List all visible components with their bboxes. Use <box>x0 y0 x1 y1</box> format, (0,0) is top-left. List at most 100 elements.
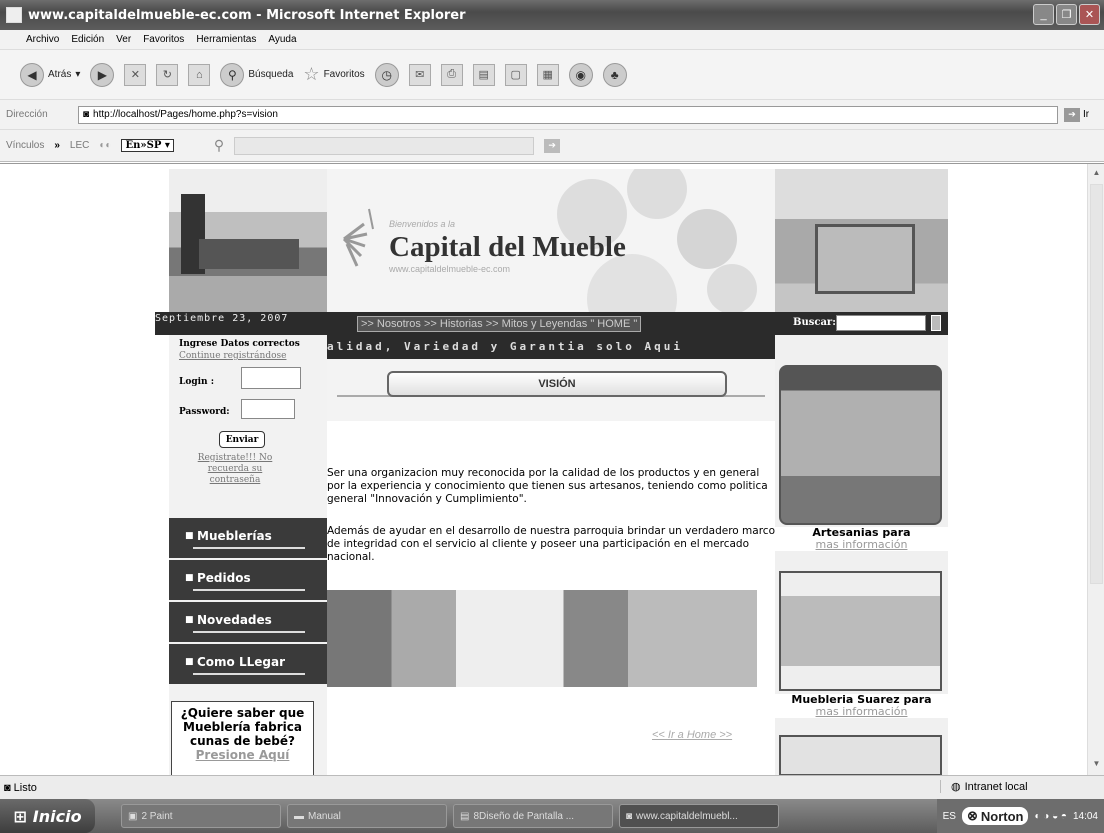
windows-logo-icon: ⊞ <box>13 806 27 826</box>
site-search-input[interactable] <box>836 315 926 331</box>
third-ad-image[interactable] <box>779 735 942 775</box>
task-diseno[interactable]: ▤ 8Diseño de Pantalla ... <box>453 804 613 828</box>
lec-link[interactable]: LEC <box>70 140 89 151</box>
vertical-scrollbar[interactable]: ▲ ▼ <box>1087 164 1104 775</box>
promo-press-link[interactable]: Presione Aquí <box>172 748 313 762</box>
start-button[interactable]: ⊞ Inicio <box>0 799 95 833</box>
go-label: Ir <box>1083 109 1090 120</box>
search-label: Buscar: <box>793 317 836 328</box>
nav-historias[interactable]: >> Historias <box>424 318 483 330</box>
side-nav-novedades[interactable]: ■ Novedades <box>169 602 327 642</box>
artisan-work-photo <box>327 590 757 687</box>
toolbar-search-input[interactable] <box>234 136 535 155</box>
minimize-button[interactable]: _ <box>1033 4 1054 25</box>
stop-icon[interactable]: ✕ <box>124 63 147 86</box>
menu-herramientas[interactable]: Herramientas <box>196 34 256 45</box>
edit-icon[interactable]: ▤ <box>472 63 495 86</box>
people-icon[interactable]: ♣ <box>602 62 627 87</box>
zone-label: Intranet local <box>964 780 1028 793</box>
search-icon: ⚲ <box>220 62 245 87</box>
side-nav-como-llegar[interactable]: ■ Como LLegar <box>169 644 327 684</box>
menu-ver[interactable]: Ver <box>116 34 131 45</box>
tray-icons[interactable]: ◐ ◑ ◒ ◓ <box>1034 811 1067 822</box>
artesanias-ad-caption: Artesanias para mas información <box>775 527 948 551</box>
intranet-icon: ◍ <box>951 781 961 793</box>
system-tray: ES ⊗ Norton ◐ ◑ ◒ ◓ 14:04 <box>936 799 1104 833</box>
menu-bar: Archivo Edición Ver Favoritos Herramient… <box>0 30 1104 50</box>
menu-favoritos[interactable]: Favoritos <box>143 34 184 45</box>
close-button[interactable]: ✕ <box>1079 4 1100 25</box>
search-button[interactable]: ⚲ Búsqueda <box>220 62 293 87</box>
ad-more-link[interactable]: mas información <box>775 706 948 718</box>
nav-home[interactable]: " HOME " <box>590 318 637 330</box>
page-status-icon: ◙ <box>4 781 11 794</box>
bullet-icon: ■ <box>185 573 194 583</box>
task-paint[interactable]: ▣ 2 Paint <box>121 804 281 828</box>
taskbar: ⊞ Inicio ▣ 2 Paint ▬ Manual ▤ 8Diseño de Pa… <box>0 799 1104 833</box>
login-input[interactable] <box>241 367 301 389</box>
discuss-icon[interactable]: ▢ <box>504 63 527 86</box>
address-input[interactable]: ◙ http://localhost/Pages/home.php?s=visi… <box>78 105 1058 124</box>
suarez-ad-image[interactable] <box>779 571 942 691</box>
mail-icon[interactable]: ✉ <box>408 63 431 86</box>
menu-ayuda[interactable]: Ayuda <box>268 34 296 45</box>
nav-mitos[interactable]: >> Mitos y Leyendas <box>486 318 588 330</box>
ad-more-link[interactable]: mas información <box>775 539 948 551</box>
page-viewport: Bienvenidos a la Capital del Mueble www.… <box>0 163 1104 775</box>
norton-button[interactable]: ⊗ Norton <box>961 807 1029 825</box>
site-search-button[interactable] <box>931 315 941 331</box>
norton-label: Norton <box>980 808 1024 824</box>
favorites-button[interactable]: ☆ Favoritos <box>303 64 364 85</box>
continue-register-link[interactable]: Continue registrándose <box>179 351 286 361</box>
left-column: Ingrese Datos correctos Continue registr… <box>169 335 327 775</box>
scroll-up-icon[interactable]: ▲ <box>1090 168 1103 181</box>
search-icon[interactable]: ⚲ <box>214 137 224 154</box>
research-icon[interactable]: ▦ <box>536 63 559 86</box>
language-indicator[interactable]: ES <box>943 811 956 822</box>
submit-button[interactable]: Enviar <box>219 431 265 448</box>
go-arrow-icon: ➔ <box>1064 107 1080 122</box>
paint-icon: ▣ <box>128 810 138 822</box>
task-label: www.capitaldelmuebl... <box>636 810 738 822</box>
toggle-icon[interactable]: ◐◐ <box>99 140 111 151</box>
task-label: 8Diseño de Pantalla ... <box>473 810 575 822</box>
links-chevron[interactable]: » <box>54 140 60 151</box>
window-titlebar[interactable]: www.capitaldelmueble-ec.com - Microsoft … <box>0 0 1104 30</box>
history-icon[interactable]: ◷ <box>374 62 399 87</box>
task-manual[interactable]: ▬ Manual <box>287 804 447 828</box>
print-icon[interactable]: ⎙ <box>440 63 463 86</box>
scroll-down-icon[interactable]: ▼ <box>1090 759 1103 772</box>
menu-edicion[interactable]: Edición <box>71 34 104 45</box>
refresh-icon[interactable]: ↻ <box>156 63 179 86</box>
home-icon[interactable]: ⌂ <box>188 63 211 86</box>
translate-button[interactable]: En»SP ▾ <box>121 139 174 152</box>
task-browser[interactable]: ◙ www.capitaldelmuebl... <box>619 804 779 828</box>
norton-icon: ⊗ <box>966 808 978 823</box>
back-arrow-icon: ◀ <box>20 62 44 87</box>
site-banner: Bienvenidos a la Capital del Mueble www.… <box>327 169 775 312</box>
site-nav-links: >> Nosotros >> Historias >> Mitos y Leye… <box>357 316 642 332</box>
menu-archivo[interactable]: Archivo <box>26 34 59 45</box>
scroll-thumb[interactable] <box>1090 184 1103 584</box>
side-nav-label: Mueblerías <box>197 529 272 543</box>
toolbar-search-go-icon[interactable]: ➔ <box>544 138 561 153</box>
favorites-label: Favoritos <box>323 69 365 80</box>
nav-nosotros[interactable]: >> Nosotros <box>361 318 421 330</box>
login-panel: Ingrese Datos correctos Continue registr… <box>169 335 327 495</box>
side-nav-pedidos[interactable]: ■ Pedidos <box>169 560 327 600</box>
bullet-icon: ■ <box>185 531 194 541</box>
register-link[interactable]: Registrate!!! No recuerda su contraseña <box>187 453 283 486</box>
forward-arrow-icon[interactable]: ▶ <box>90 62 115 87</box>
links-bar: Vínculos » LEC ◐◐ En»SP ▾ ⚲ ➔ <box>0 130 1104 162</box>
password-input[interactable] <box>241 399 295 419</box>
messenger-icon[interactable]: ◉ <box>568 62 593 87</box>
maximize-button[interactable]: ❐ <box>1056 4 1077 25</box>
start-label: Inicio <box>32 806 82 826</box>
document-icon: ▤ <box>460 810 470 822</box>
side-nav-mueblerias[interactable]: ■ Mueblerías <box>169 518 327 558</box>
back-button[interactable]: ◀ Atrás ▾ <box>20 62 80 87</box>
home-link[interactable]: << Ir a Home >> <box>652 729 732 741</box>
status-text: Listo <box>13 781 37 794</box>
artesanias-ad-image[interactable] <box>779 365 942 525</box>
go-button[interactable]: ➔ Ir <box>1064 107 1090 122</box>
